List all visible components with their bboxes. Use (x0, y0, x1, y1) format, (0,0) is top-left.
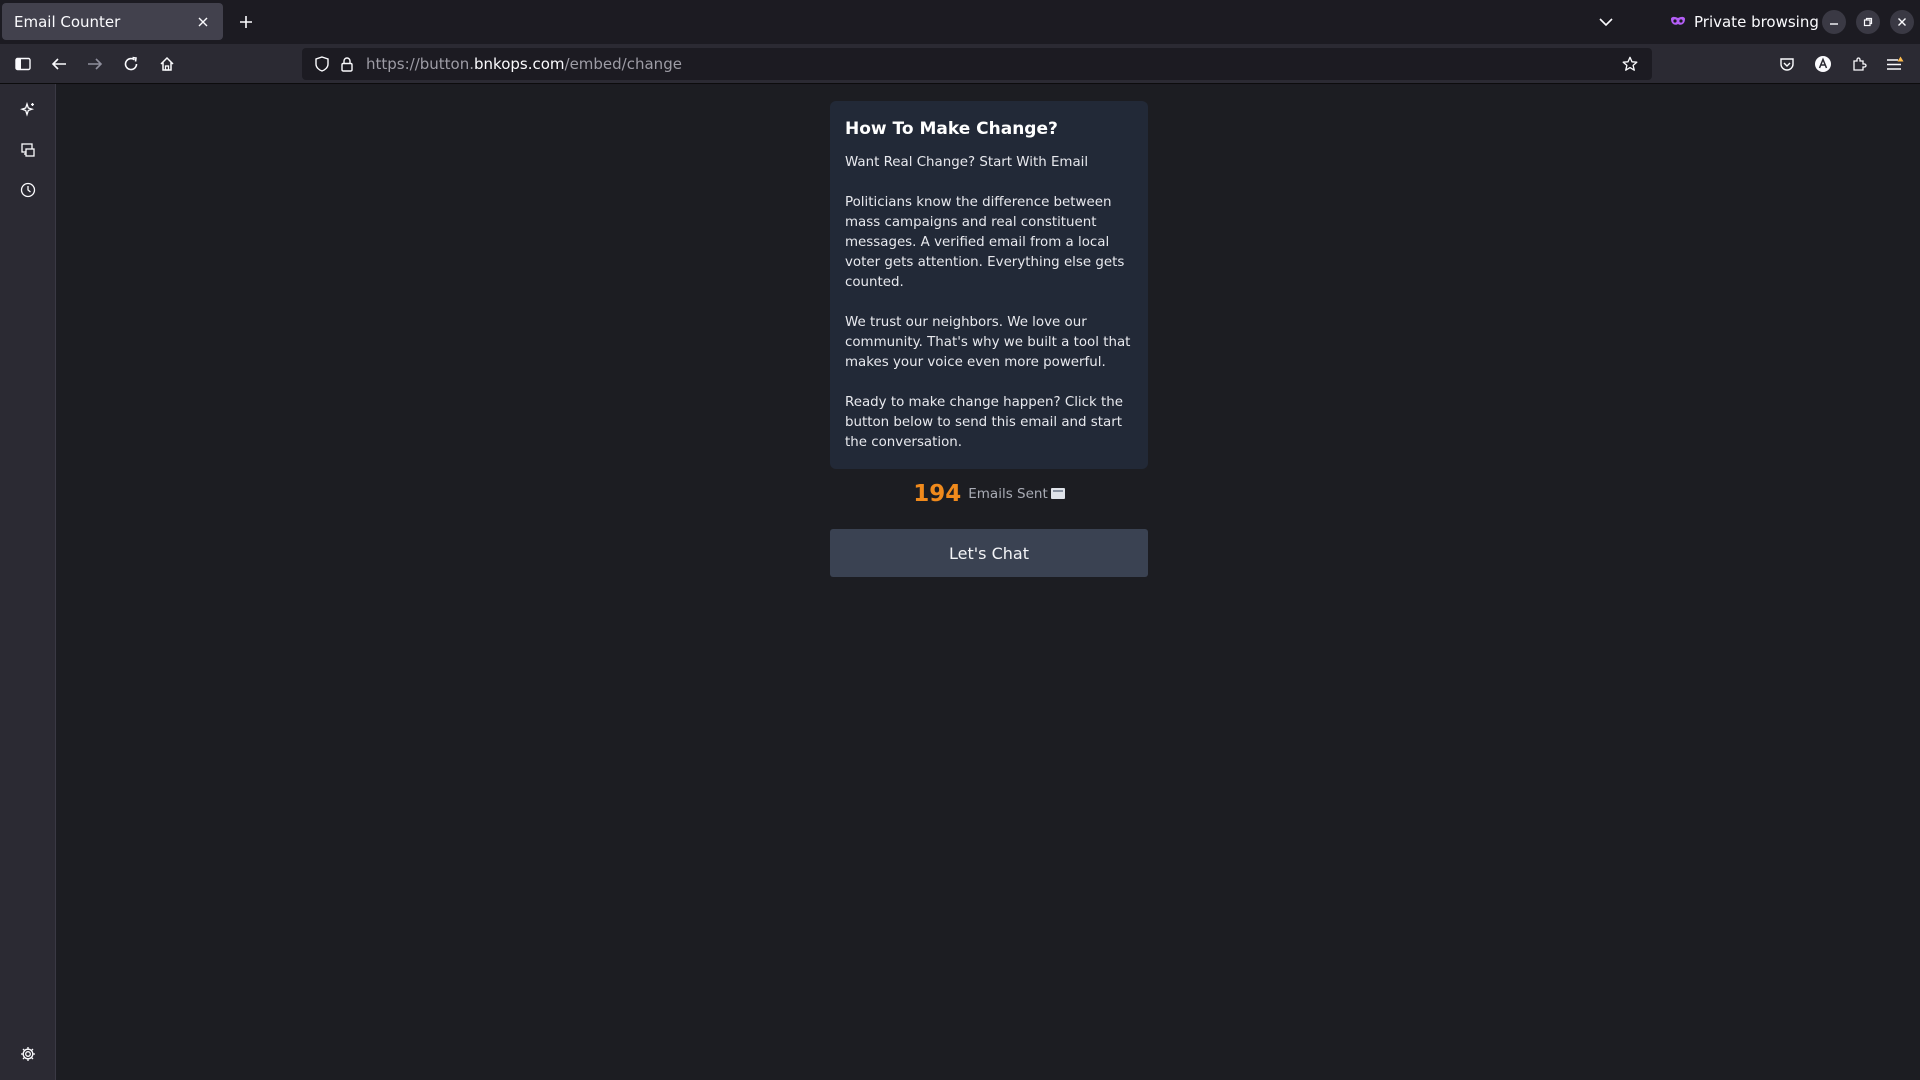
close-window-button[interactable] (1890, 10, 1914, 34)
card-heading: How To Make Change? (845, 119, 1058, 139)
chevron-down-icon (1599, 18, 1613, 27)
sidebar-ai-chatbot-button[interactable] (14, 96, 42, 124)
sidebar-toggle-button[interactable] (8, 50, 38, 78)
card-paragraph: We trust our neighbors. We love our comm… (845, 315, 1131, 370)
close-icon (1898, 18, 1906, 26)
page-content: How To Make Change? Want Real Change? St… (56, 85, 1920, 1080)
lock-icon[interactable] (336, 50, 358, 78)
plus-icon (240, 16, 252, 28)
pocket-button[interactable] (1772, 50, 1802, 78)
pocket-icon (1780, 57, 1794, 71)
forward-button[interactable] (80, 50, 110, 78)
arrow-left-icon (51, 58, 66, 70)
star-icon (1622, 56, 1638, 71)
clock-icon (20, 182, 36, 198)
back-button[interactable] (44, 50, 74, 78)
url-text[interactable]: https://button.bnkops.com/embed/change (366, 55, 682, 73)
tab-email-counter[interactable]: Email Counter (2, 3, 223, 40)
list-all-tabs-button[interactable] (1592, 8, 1620, 36)
app-menu-button[interactable] (1880, 50, 1910, 78)
new-tab-button[interactable] (232, 8, 260, 36)
email-count-label-text: Emails Sent (968, 486, 1048, 502)
navigation-toolbar: https://button.bnkops.com/embed/change (0, 44, 1920, 84)
minimize-button[interactable] (1822, 10, 1846, 34)
lets-chat-button[interactable]: Let's Chat (830, 529, 1148, 577)
account-button[interactable] (1808, 50, 1838, 78)
tracking-protection-icon[interactable] (308, 50, 336, 78)
url-prefix: https://button. (366, 55, 475, 73)
home-button[interactable] (152, 50, 182, 78)
tab-strip: Email Counter Private browsing (0, 0, 1920, 44)
account-avatar-icon (1815, 56, 1831, 72)
tab-title: Email Counter (14, 12, 121, 31)
reload-button[interactable] (116, 50, 146, 78)
gear-icon (21, 1047, 35, 1061)
card-paragraph: Ready to make change happen? Click the b… (845, 395, 1124, 450)
email-count-label: Emails Sent (968, 486, 1065, 502)
sparkle-icon (20, 102, 35, 117)
synced-tabs-icon (21, 143, 35, 157)
browser-sidebar (0, 84, 56, 1080)
envelope-icon (1050, 488, 1065, 499)
arrow-right-icon (88, 58, 103, 70)
private-browsing-indicator: Private browsing (1670, 9, 1819, 35)
card-paragraph: Want Real Change? Start With Email (845, 155, 1089, 170)
email-counter: 194 Emails Sent (830, 478, 1148, 510)
email-count: 194 (913, 481, 962, 507)
private-browsing-label: Private browsing (1694, 13, 1819, 31)
private-mask-icon (1671, 16, 1685, 25)
home-icon (160, 56, 174, 71)
puzzle-icon (1853, 57, 1867, 71)
url-domain: bnkops.com (474, 55, 565, 73)
extensions-button[interactable] (1844, 50, 1874, 78)
url-path: /embed/change (564, 55, 682, 73)
sidebar-customize-button[interactable] (14, 1040, 42, 1068)
restore-icon (1863, 17, 1873, 27)
info-card: How To Make Change? Want Real Change? St… (830, 101, 1148, 469)
sidebar-synced-tabs-button[interactable] (14, 136, 42, 164)
card-paragraph: Politicians know the difference between … (845, 195, 1125, 290)
tab-close-icon[interactable] (191, 10, 215, 34)
reload-icon (124, 56, 138, 71)
sidebar-icon (15, 57, 31, 71)
minimize-icon (1830, 23, 1838, 25)
sidebar-history-button[interactable] (14, 176, 42, 204)
bookmark-star-button[interactable] (1616, 50, 1644, 78)
hamburger-menu-icon (1887, 56, 1904, 70)
url-bar[interactable]: https://button.bnkops.com/embed/change (302, 48, 1652, 80)
restore-button[interactable] (1856, 10, 1880, 34)
